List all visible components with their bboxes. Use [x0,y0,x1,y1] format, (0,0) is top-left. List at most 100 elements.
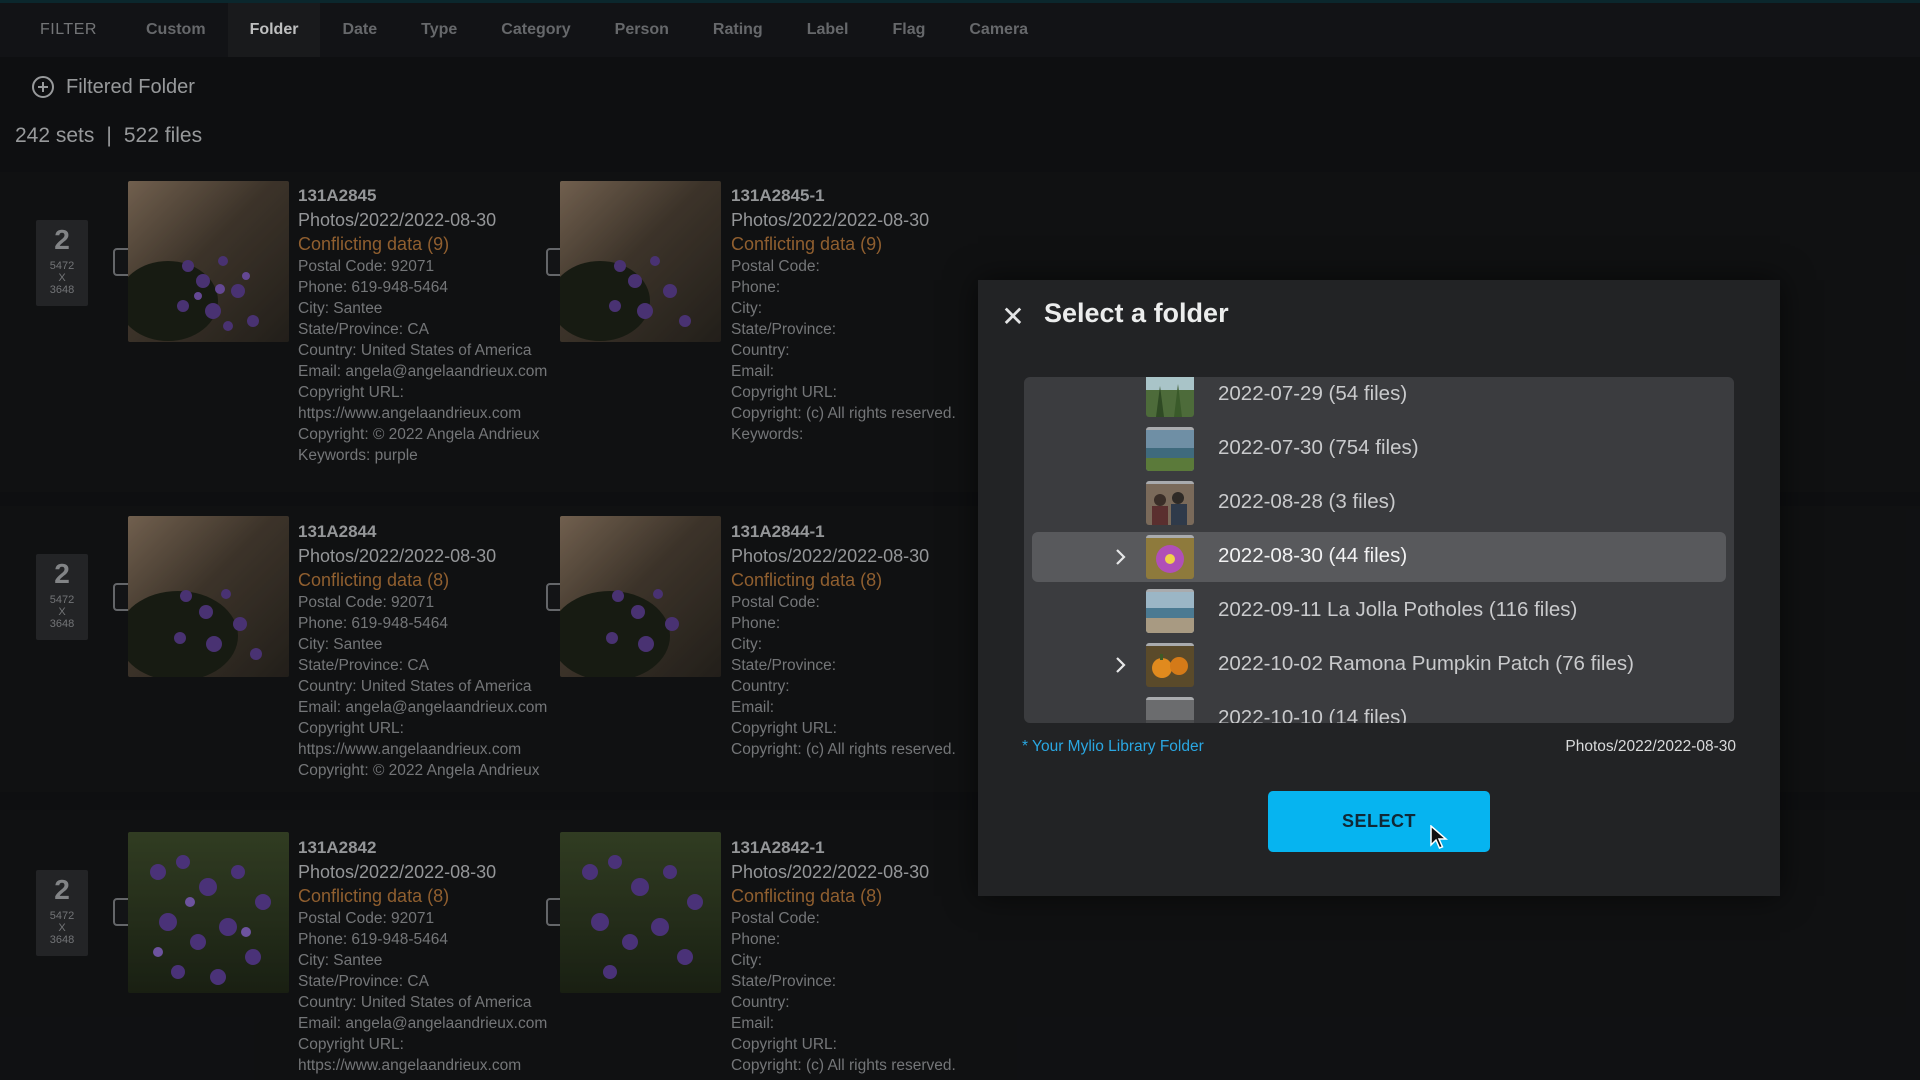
file-path: Photos/2022/2022-08-30 [298,546,497,566]
photo-info: 131A2844-1 Photos/2022/2022-08-30 Confli… [731,520,956,760]
image-height: 3648 [49,284,75,296]
meta-line: Phone: [731,931,781,948]
filter-bar: FILTER Custom Folder Date Type Category … [0,3,1920,57]
meta-line: City: [731,300,762,317]
tab-person[interactable]: Person [593,3,691,57]
tab-category[interactable]: Category [479,3,592,57]
photo-thumbnail[interactable] [128,832,289,993]
meta-line: https://www.angelaandrieux.com [298,405,522,422]
set-count-number: 2 [54,558,70,589]
meta-line: Country: United States of America [298,994,532,1011]
set-count-badge: 2 5472 X 3648 [36,554,88,640]
meta-line: State/Province: CA [298,321,429,338]
filtered-folder-button[interactable]: Filtered Folder [32,72,195,102]
photo-thumbnail[interactable] [128,181,289,342]
meta-line: Postal Code: [731,910,820,927]
meta-line: Email: angela@angelaandrieux.com [298,1015,548,1032]
folder-row[interactable]: 2022-07-29 (54 files) [1032,377,1726,420]
folder-label: 2022-07-30 (754 files) [1218,436,1419,459]
conflict-link[interactable]: Conflicting data (9) [731,232,956,256]
file-name: 131A2844-1 [731,522,825,541]
meta-line: City: Santee [298,636,383,653]
conflict-link[interactable]: Conflicting data (8) [298,568,547,592]
close-icon[interactable]: ✕ [998,302,1028,332]
folder-list[interactable]: 2022-07-29 (54 files) 2022-07-30 (754 fi… [1024,377,1734,723]
meta-line: Keywords: purple [298,447,418,464]
library-folder-link[interactable]: * Your Mylio Library Folder [1022,738,1204,756]
chevron-right-icon[interactable] [1110,652,1130,678]
meta-line: Copyright URL: [298,384,404,401]
file-name: 131A2845-1 [731,186,825,205]
dimension-separator: X [58,922,66,934]
meta-line: Country: [731,342,790,359]
image-height: 3648 [49,618,75,630]
meta-line: Copyright URL: [298,1036,404,1053]
chevron-right-icon[interactable] [1110,544,1130,570]
image-width: 5472 [49,910,75,922]
folder-row[interactable]: 2022-10-02 Ramona Pumpkin Patch (76 file… [1032,640,1726,690]
tab-folder[interactable]: Folder [227,3,321,57]
meta-line: City: Santee [298,952,383,969]
folder-row[interactable]: 2022-09-11 La Jolla Potholes (116 files) [1032,586,1726,636]
meta-line: Phone: 619-948-5464 [298,615,448,632]
conflict-link[interactable]: Conflicting data (8) [731,568,956,592]
tab-label[interactable]: Label [785,3,871,57]
folder-thumbnail [1146,481,1194,525]
meta-line: Phone: [731,615,781,632]
folder-thumbnail [1146,643,1194,687]
folder-thumbnail [1146,535,1194,579]
set-file-counts: 242 sets | 522 files [15,124,202,148]
filtered-folder-label: Filtered Folder [66,75,195,98]
image-width: 5472 [49,260,75,272]
meta-line: Copyright: (c) All rights reserved. [731,741,956,758]
meta-line: Copyright URL: [731,1036,837,1053]
folder-thumbnail [1146,589,1194,633]
plus-circle-icon [32,76,54,98]
photo-info: 131A2844 Photos/2022/2022-08-30 Conflict… [298,520,547,781]
tab-date[interactable]: Date [320,3,399,57]
photo-thumbnail[interactable] [128,516,289,677]
folder-thumbnail [1146,697,1194,723]
folder-row[interactable]: 2022-07-30 (754 files) [1032,424,1726,474]
meta-line: Copyright: (c) All rights reserved. [731,405,956,422]
dimension-separator: X [58,272,66,284]
meta-line: Postal Code: [731,258,820,275]
folder-thumbnail [1146,427,1194,471]
photo-info: 131A2842 Photos/2022/2022-08-30 Conflict… [298,836,547,1076]
tab-type[interactable]: Type [399,3,479,57]
meta-line: Copyright URL: [298,720,404,737]
photo-thumbnail[interactable] [560,832,721,993]
folder-label: 2022-09-11 La Jolla Potholes (116 files) [1218,598,1578,621]
file-path: Photos/2022/2022-08-30 [298,210,497,230]
folder-row-selected[interactable]: 2022-08-30 (44 files) [1032,532,1726,582]
tab-custom[interactable]: Custom [124,3,228,57]
photo-thumbnail[interactable] [560,181,721,342]
tab-flag[interactable]: Flag [870,3,947,57]
meta-line: Copyright: (c) All rights reserved. [731,1057,956,1074]
folder-thumbnail [1146,377,1194,417]
conflict-link[interactable]: Conflicting data (8) [731,884,956,908]
mouse-cursor-icon [1430,825,1448,849]
conflict-link[interactable]: Conflicting data (8) [298,884,547,908]
folder-row[interactable]: 2022-10-10 (14 files) [1032,694,1726,723]
tab-camera[interactable]: Camera [947,3,1050,57]
folder-label: 2022-07-29 (54 files) [1218,382,1408,405]
meta-line: Email: [731,1015,775,1032]
folder-row[interactable]: 2022-08-28 (3 files) [1032,478,1726,528]
photo-thumbnail[interactable] [560,516,721,677]
conflict-link[interactable]: Conflicting data (9) [298,232,547,256]
dimension-separator: X [58,606,66,618]
set-count-number: 2 [54,874,70,905]
meta-line: State/Province: CA [298,657,429,674]
meta-line: Email: [731,699,775,716]
select-folder-dialog: ✕ Select a folder 2022-07-29 (54 files) … [978,280,1780,896]
files-count: 522 files [123,124,203,147]
meta-line: Postal Code: 92071 [298,594,435,611]
set-count-number: 2 [54,224,70,255]
set-count-badge: 2 5472 X 3648 [36,870,88,956]
select-button[interactable]: SELECT [1268,791,1490,852]
meta-line: Postal Code: [731,594,820,611]
photo-info: 131A2842-1 Photos/2022/2022-08-30 Confli… [731,836,956,1076]
tab-rating[interactable]: Rating [691,3,785,57]
file-path: Photos/2022/2022-08-30 [731,546,930,566]
